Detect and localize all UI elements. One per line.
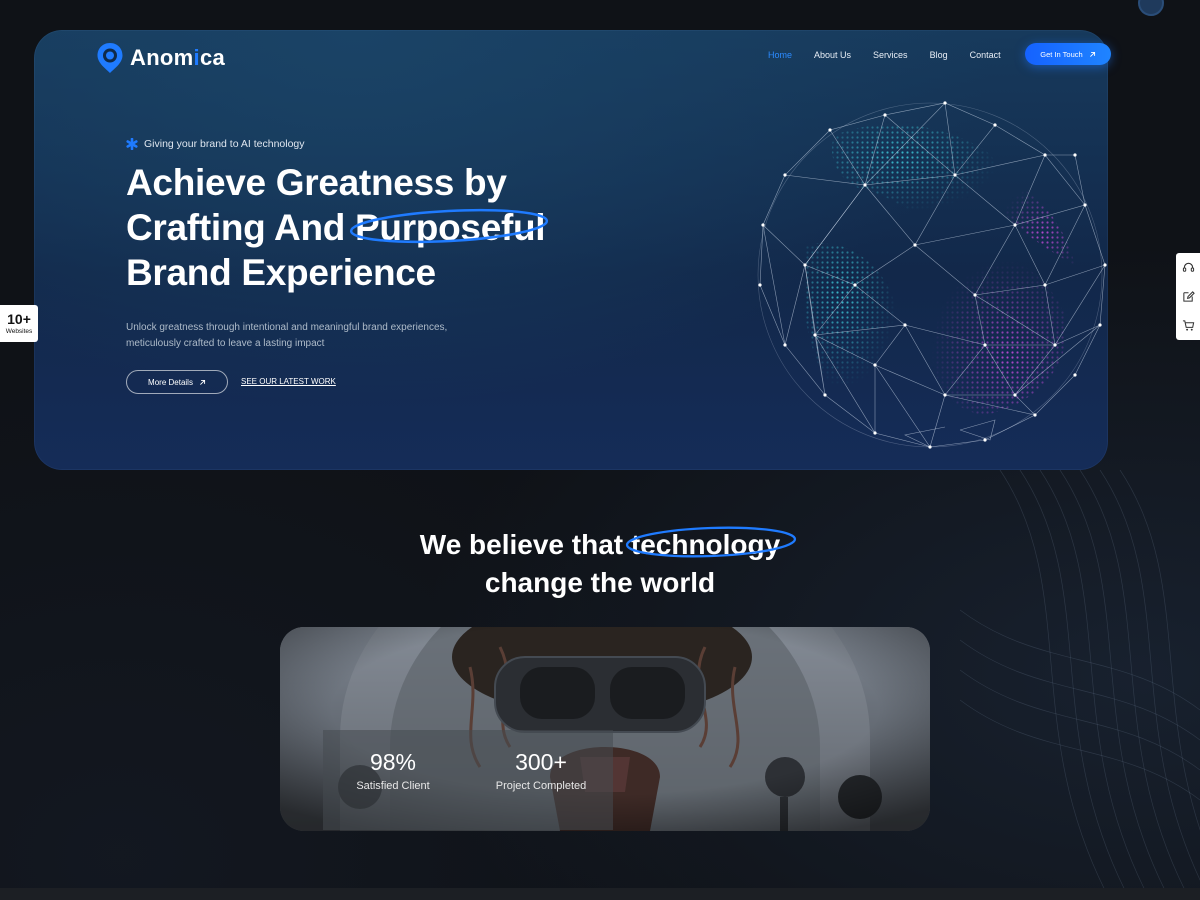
arrow-up-right-icon xyxy=(1089,51,1095,57)
stats-panel: 98% Satisfied Client 300+ Project Comple… xyxy=(323,730,613,830)
nav-item-contact[interactable]: Contact xyxy=(970,50,1001,60)
stat-project-completed: 300+ Project Completed xyxy=(485,748,597,792)
hero-description: Unlock greatness through intentional and… xyxy=(126,322,448,349)
stat-label: Satisfied Client xyxy=(356,780,430,792)
edit-icon[interactable] xyxy=(1182,290,1195,303)
location-pin-icon xyxy=(97,43,123,73)
more-details-button[interactable]: More Details xyxy=(126,370,228,394)
nav-item-about-us[interactable]: About Us xyxy=(814,50,851,60)
cart-icon[interactable] xyxy=(1182,319,1195,332)
headline-highlight-word: Purposeful xyxy=(349,205,549,250)
brand-logo[interactable]: Anomica xyxy=(96,42,225,74)
bottom-bar xyxy=(0,888,1200,900)
tagline-text: Giving your brand to AI technology xyxy=(144,138,305,150)
stat-label: Project Completed xyxy=(495,780,587,792)
main-nav: Home About Us Services Blog Contact xyxy=(768,50,1023,60)
more-details-label: More Details xyxy=(148,377,193,387)
brand-name: Anomica xyxy=(130,45,226,70)
get-in-touch-label: Get In Touch xyxy=(1040,49,1083,59)
nav-item-blog[interactable]: Blog xyxy=(930,50,948,60)
nav-item-services[interactable]: Services xyxy=(873,50,908,60)
section-title: We believe that technology change the wo… xyxy=(300,526,900,602)
websites-count-label: Websites xyxy=(5,328,33,335)
title-highlight-word: technology xyxy=(625,526,796,564)
wireframe-globe-illustration xyxy=(757,101,1107,449)
highlight-ellipse-decoration xyxy=(625,526,796,558)
hero-headline: Achieve Greatness by Crafting And Purpos… xyxy=(126,160,746,295)
hero-tagline: Giving your brand to AI technology xyxy=(126,138,305,150)
highlight-ellipse-decoration xyxy=(349,208,549,244)
stat-value: 98% xyxy=(369,749,417,775)
get-in-touch-button[interactable]: Get In Touch xyxy=(1025,43,1111,65)
wave-lines-decoration xyxy=(960,470,1200,900)
asterisk-icon xyxy=(126,138,138,150)
websites-count-value: 10+ xyxy=(7,311,31,327)
websites-count-badge: 10+ Websites xyxy=(0,305,38,342)
stat-value: 300+ xyxy=(515,749,567,775)
right-tool-panel xyxy=(1176,253,1200,340)
headset-icon[interactable] xyxy=(1182,261,1195,274)
see-latest-work-link[interactable]: SEE OUR LATEST WORK xyxy=(241,377,336,386)
stat-satisfied-client: 98% Satisfied Client xyxy=(345,748,441,792)
nav-item-home[interactable]: Home xyxy=(768,50,792,60)
arrow-up-right-icon xyxy=(200,379,206,385)
